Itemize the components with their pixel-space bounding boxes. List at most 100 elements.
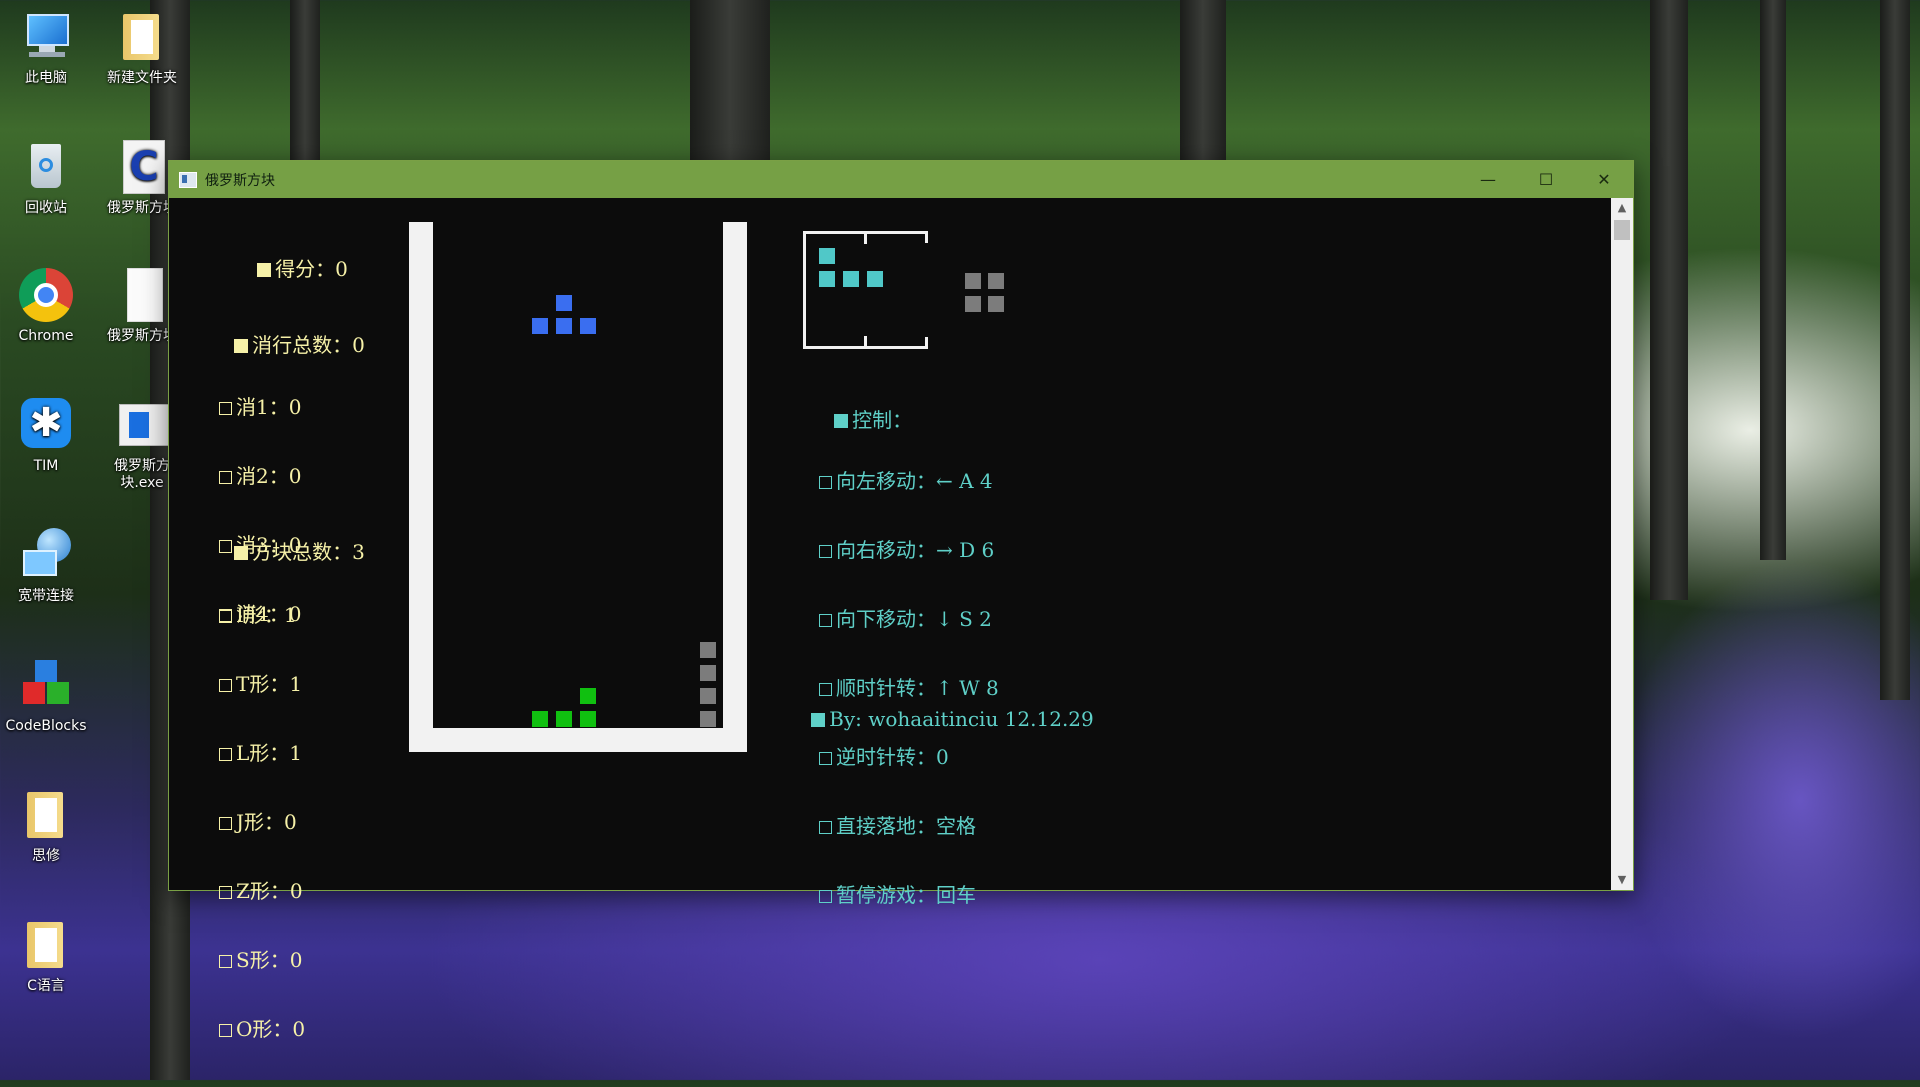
item-label: L形： [236, 741, 290, 765]
falling-piece-cell [532, 318, 548, 334]
icon-label: CodeBlocks [5, 718, 87, 734]
item-value: 0 [288, 464, 302, 488]
item-value: 0 [284, 810, 297, 834]
blocks-breakdown: I形：1 T形：1 L形：1 J形：0 Z形：0 S形：0 O形：0 [219, 558, 305, 1087]
blocks-total-value: 3 [352, 540, 365, 564]
item-label: 消1： [236, 395, 289, 419]
list-item: S形：0 [219, 949, 305, 972]
preview-bottom-mark [864, 336, 867, 346]
preview-right-bottom [925, 337, 928, 349]
codeblocks-icon [19, 658, 73, 712]
landed-piece-cell [700, 688, 716, 704]
control-item: 向下移动：↓ S 2 [819, 608, 999, 631]
hollow-square-icon [819, 890, 832, 903]
held-piece-cell [965, 296, 981, 312]
vertical-scrollbar[interactable]: ▲ ▼ [1611, 198, 1633, 890]
score-line: 得分：0 [219, 235, 348, 304]
icon-label: Chrome [18, 328, 74, 344]
list-item: O形：0 [219, 1018, 305, 1041]
icon-label: 宽带连接 [18, 588, 74, 604]
window-title: 俄罗斯方块 [205, 172, 275, 189]
hollow-square-icon [219, 1024, 232, 1037]
desktop-icon-sixiu-folder[interactable]: 思修 [0, 788, 92, 865]
control-keys: → D 6 [936, 538, 995, 562]
tetris-window[interactable]: 俄罗斯方块 — ☐ ✕ 得分：0 消行总数：0 消1：0 消2：0 消3：0 消… [168, 160, 1634, 1041]
next-piece-cell [867, 271, 883, 287]
hollow-square-icon [219, 679, 232, 692]
list-item: T形：1 [219, 673, 305, 696]
desktop-icon-recycle-bin[interactable]: 回收站 [0, 140, 92, 217]
hollow-square-icon [219, 886, 232, 899]
desktop-icon-broadband[interactable]: 宽带连接 [0, 528, 92, 605]
control-label: 向下移动： [836, 607, 936, 631]
next-piece-preview [803, 231, 928, 349]
folder-icon [19, 918, 73, 972]
landed-piece-cell [700, 642, 716, 658]
minimize-button[interactable]: — [1459, 161, 1517, 198]
recycle-bin-icon [19, 140, 73, 194]
control-keys: ← A 4 [936, 469, 993, 493]
item-value: 0 [288, 395, 302, 419]
tree-trunk [1180, 0, 1226, 170]
hollow-square-icon [819, 476, 832, 489]
credit-line: By: wohaaitinciu 12.12.29 [773, 685, 1094, 754]
folder-icon [115, 10, 169, 64]
falling-piece-cell [556, 318, 572, 334]
landed-piece-cell [532, 711, 548, 727]
item-value: 0 [289, 879, 303, 903]
hollow-square-icon [219, 610, 232, 623]
falling-piece-cell [556, 295, 572, 311]
control-item: 向右移动：→ D 6 [819, 539, 999, 562]
tree-trunk [1880, 0, 1910, 700]
item-label: S形： [236, 948, 290, 972]
next-piece-cell [843, 271, 859, 287]
next-piece-cell [819, 248, 835, 264]
tim-icon: ✱ [19, 398, 73, 452]
minimize-icon: — [1480, 170, 1496, 189]
app-icon [179, 171, 197, 188]
control-item: 暂停游戏：回车 [819, 884, 999, 907]
scroll-down-icon[interactable]: ▼ [1611, 870, 1633, 890]
credit-text: By: wohaaitinciu 12.12.29 [829, 707, 1094, 731]
control-item: 直接落地：空格 [819, 815, 999, 838]
desktop-icon-c-language-folder[interactable]: C语言 [0, 918, 92, 995]
preview-right-top [925, 231, 928, 243]
next-piece-cell [819, 271, 835, 287]
item-value: 0 [292, 1017, 306, 1041]
desktop-icon-this-pc[interactable]: 此电脑 [0, 10, 92, 87]
desktop-icon-tim[interactable]: ✱ TIM [0, 398, 92, 475]
landed-piece-cell [556, 711, 572, 727]
list-item: 消2：0 [219, 465, 301, 488]
square-bullet-icon [257, 263, 272, 277]
list-item: Z形：0 [219, 880, 305, 903]
chrome-icon [19, 268, 73, 322]
preview-top-mark [864, 234, 867, 244]
list-item: L形：1 [219, 742, 305, 765]
exe-icon [115, 398, 169, 452]
desktop-icon-new-folder[interactable]: 新建文件夹 [96, 10, 188, 87]
title-bar[interactable]: 俄罗斯方块 — ☐ ✕ [169, 161, 1633, 198]
scroll-up-icon[interactable]: ▲ [1611, 198, 1633, 218]
control-keys: 空格 [936, 814, 976, 838]
tree-trunk [290, 0, 320, 170]
control-label: 向左移动： [836, 469, 936, 493]
hollow-square-icon [819, 545, 832, 558]
held-piece-cell [988, 273, 1004, 289]
landed-piece-cell [580, 688, 596, 704]
control-item: 向左移动：← A 4 [819, 470, 999, 493]
item-value: 1 [289, 741, 303, 765]
desktop-icon-chrome[interactable]: Chrome [0, 268, 92, 345]
maximize-button[interactable]: ☐ [1517, 161, 1575, 198]
broadband-icon [19, 528, 73, 582]
landed-piece-cell [700, 665, 716, 681]
desktop-icon-codeblocks[interactable]: CodeBlocks [0, 658, 92, 735]
close-button[interactable]: ✕ [1575, 161, 1633, 198]
item-label: T形： [236, 672, 290, 696]
scrollbar-thumb[interactable] [1614, 220, 1630, 240]
icon-label: 此电脑 [25, 70, 67, 86]
landed-piece-cell [580, 711, 596, 727]
file-icon [115, 268, 169, 322]
hollow-square-icon [219, 817, 232, 830]
lines-total-value: 0 [352, 333, 365, 357]
landed-piece-cell [700, 711, 716, 727]
